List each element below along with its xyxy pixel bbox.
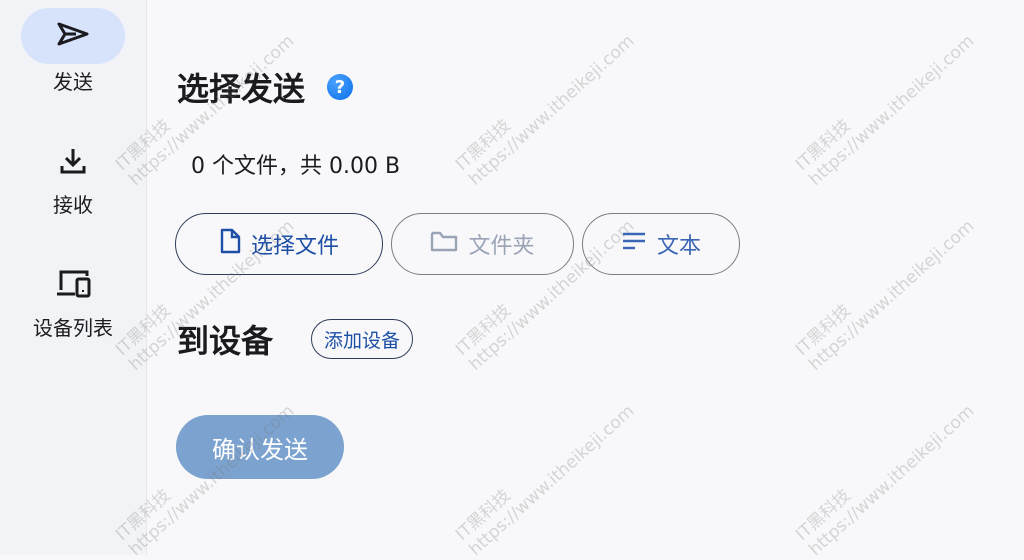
select-files-button[interactable]: 选择文件 <box>175 213 383 275</box>
help-icon[interactable]: ? <box>327 74 354 100</box>
sidebar-item-send[interactable]: 发送 <box>0 8 146 95</box>
sidebar-item-devices[interactable]: 设备列表 <box>0 266 146 341</box>
devices-icon <box>53 266 93 306</box>
confirm-send-button[interactable]: 确认发送 <box>176 415 344 479</box>
devices-title: 到设备 <box>177 322 274 360</box>
file-icon <box>219 228 241 260</box>
sidebar-item-devices-pill <box>21 266 125 306</box>
sidebar-item-receive-pill <box>21 143 125 183</box>
add-device-button[interactable]: 添加设备 <box>311 319 414 359</box>
text-button[interactable]: 文本 <box>582 213 740 275</box>
title-row: 选择发送 ? <box>177 64 354 110</box>
text-lines-icon <box>621 231 647 257</box>
download-icon <box>58 146 88 180</box>
folder-label: 文件夹 <box>468 234 535 259</box>
send-icon <box>56 21 90 51</box>
main-content: 选择发送 ? 0 个文件，共 0.00 B 选择文件 文件夹 文本 到设备 添加… <box>147 0 1024 555</box>
sidebar: 发送 接收 设备列表 <box>0 0 147 555</box>
folder-icon <box>430 230 458 258</box>
select-files-label: 选择文件 <box>250 234 339 259</box>
folder-button[interactable]: 文件夹 <box>391 213 574 275</box>
sidebar-item-label: 发送 <box>53 70 93 94</box>
sidebar-item-send-highlight <box>21 8 125 64</box>
sidebar-item-label: 接收 <box>53 193 93 217</box>
page-title: 选择发送 <box>177 70 306 108</box>
sidebar-item-label: 设备列表 <box>33 316 113 340</box>
sidebar-item-receive[interactable]: 接收 <box>0 143 146 218</box>
text-label: 文本 <box>656 234 701 259</box>
devices-row: 到设备 添加设备 <box>177 316 414 362</box>
source-buttons: 选择文件 文件夹 文本 <box>175 213 740 275</box>
selection-summary: 0 个文件，共 0.00 B <box>191 154 401 179</box>
